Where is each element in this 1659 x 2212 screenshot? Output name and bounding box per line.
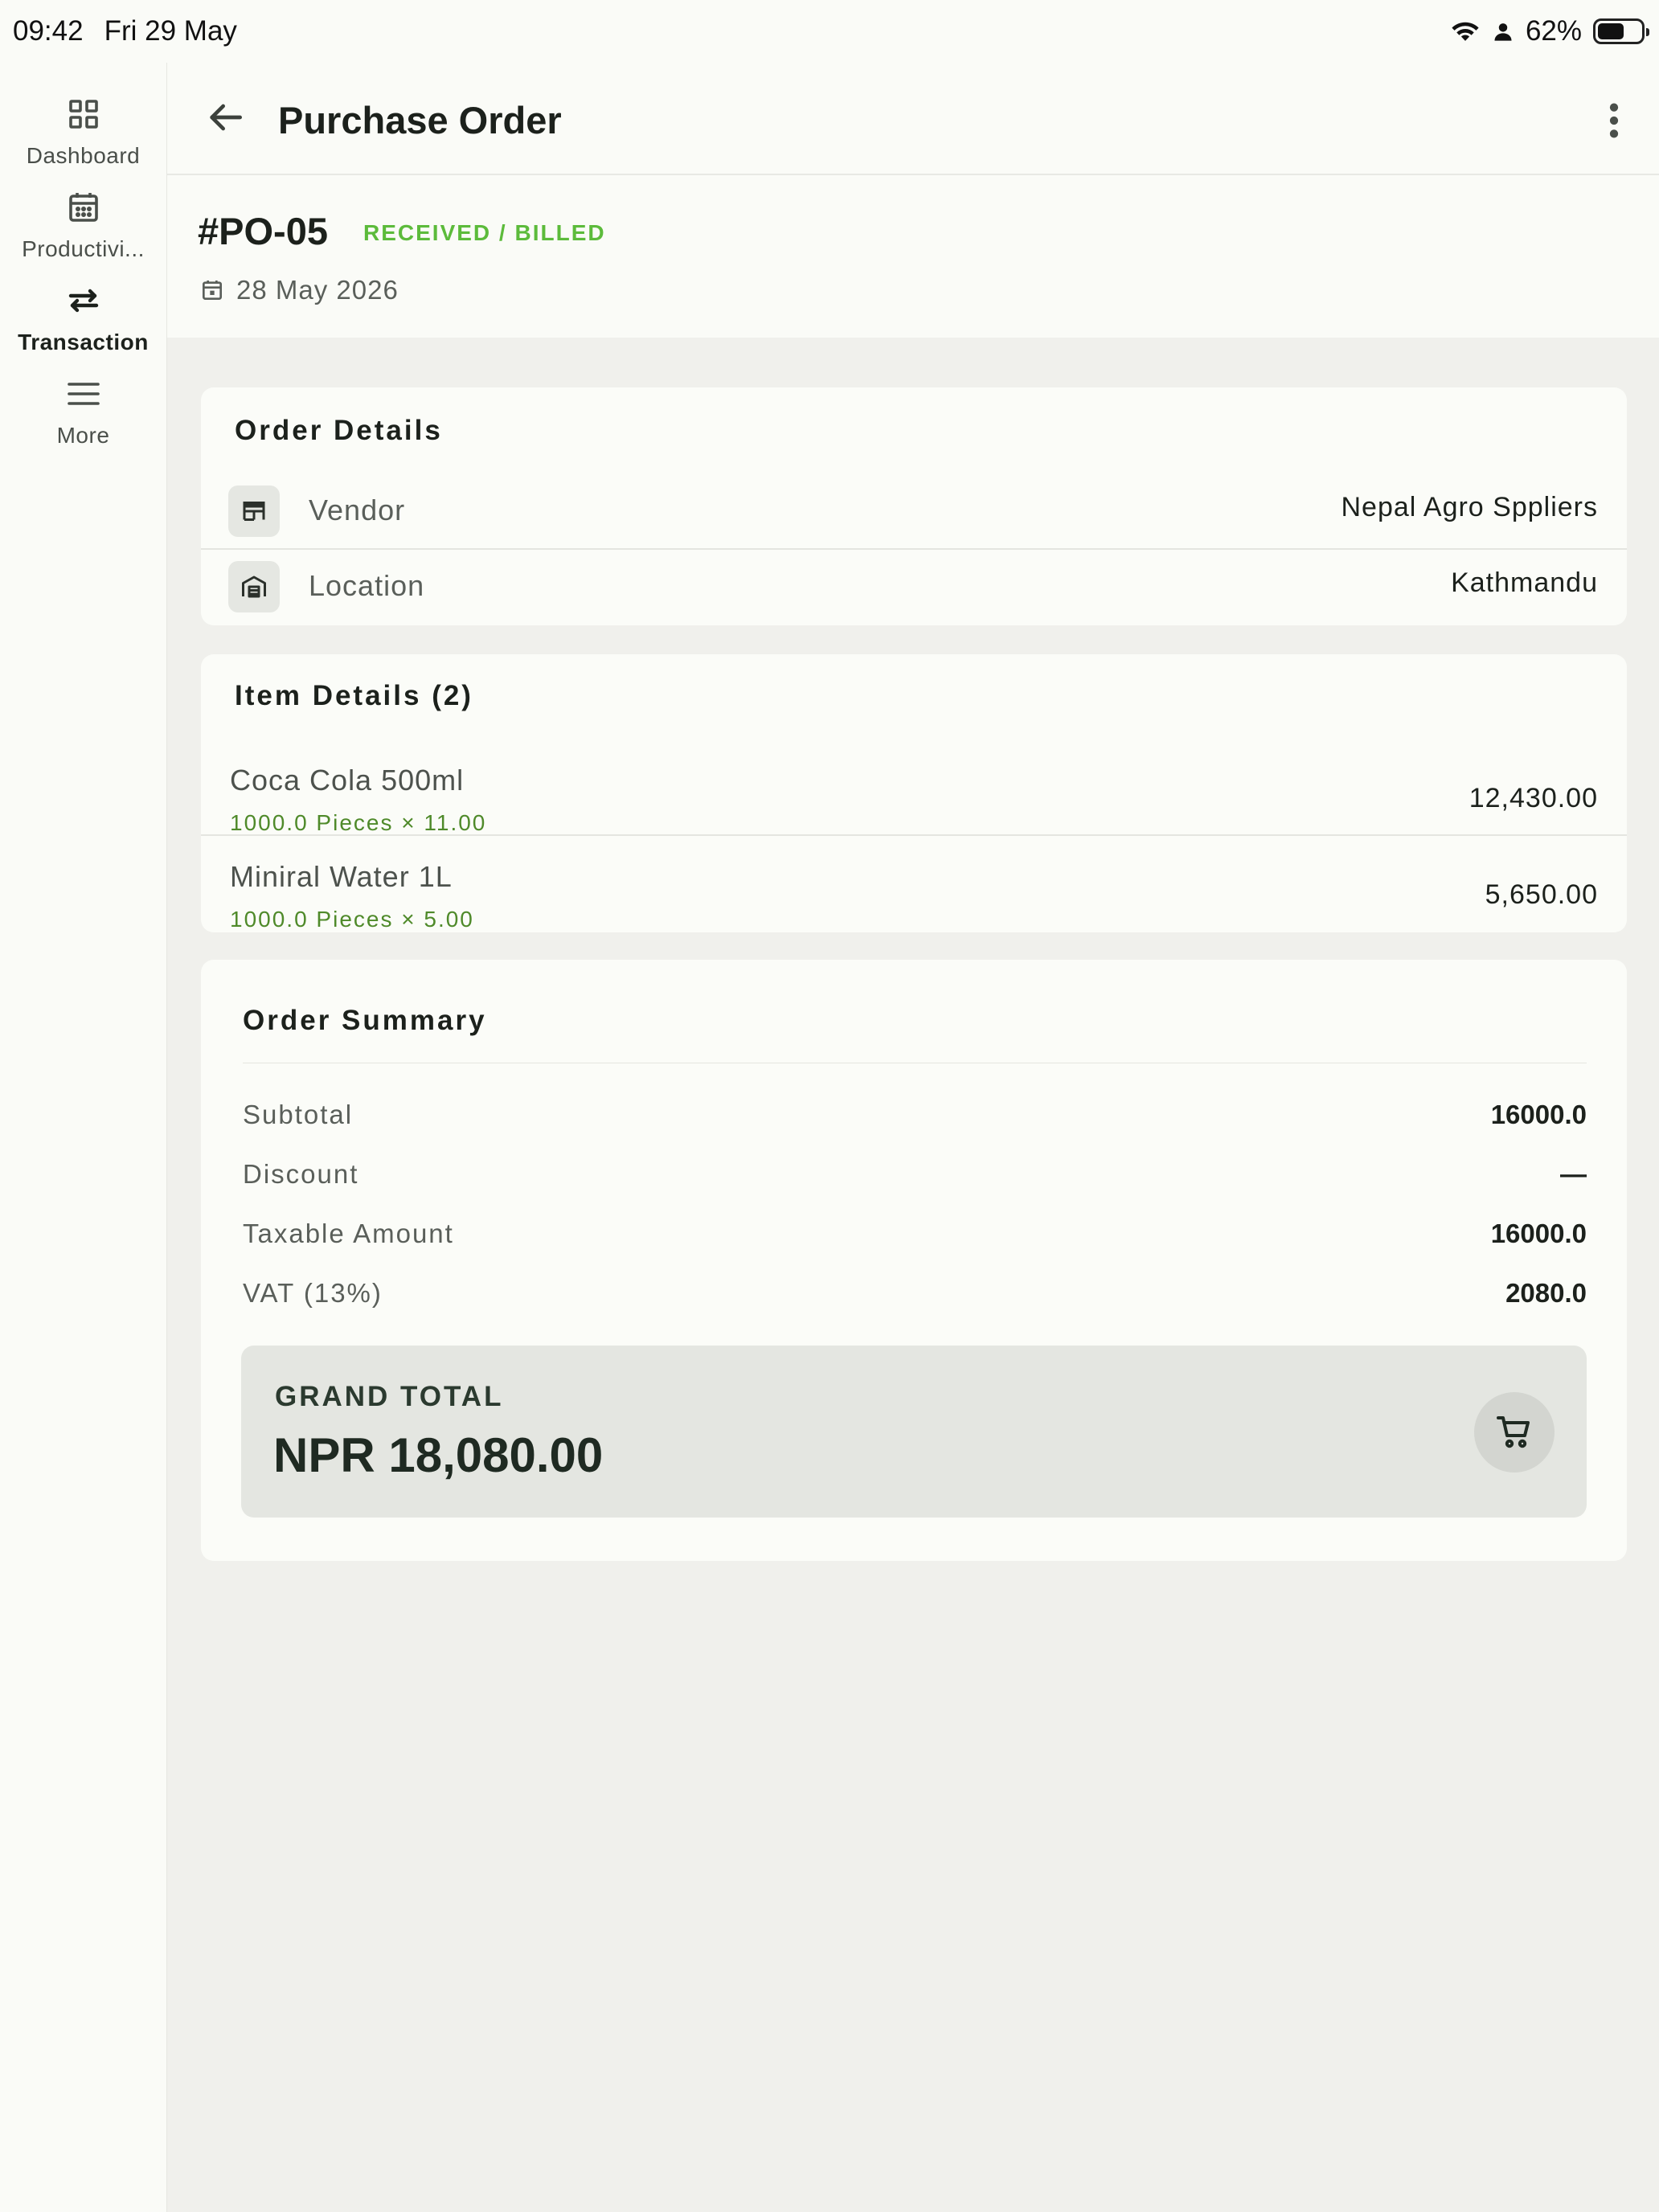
rail-item-dashboard[interactable]: Dashboard — [0, 95, 166, 188]
warehouse-icon — [228, 561, 280, 612]
vat-row: VAT (13%) 2080.0 — [243, 1278, 1587, 1326]
rail-item-label: More — [56, 423, 110, 448]
order-details-title: Order Details — [235, 415, 443, 446]
taxable-amount-row: Taxable Amount 16000.0 — [243, 1219, 1587, 1267]
location-label: Location — [309, 569, 425, 602]
location-row[interactable]: Location Kathmandu — [201, 548, 1627, 624]
calendar-small-icon — [203, 281, 222, 300]
order-summary-card: Order Summary Subtotal 16000.0 Discount … — [201, 960, 1627, 1561]
taxable-amount-value: 16000.0 — [1490, 1219, 1587, 1248]
subtotal-label: Subtotal — [243, 1100, 354, 1129]
subtotal-value: 16000.0 — [1490, 1100, 1587, 1129]
rail-item-productivity[interactable]: Productivi... — [0, 188, 166, 281]
po-date: 28 May 2026 — [236, 275, 399, 305]
person-icon — [1494, 23, 1512, 41]
order-summary-title: Order Summary — [243, 1005, 487, 1036]
item-details-title: Item Details (2) — [235, 680, 473, 711]
location-value: Kathmandu — [1451, 567, 1598, 598]
cart-button[interactable] — [1474, 1392, 1555, 1473]
rail-item-label: Dashboard — [26, 143, 141, 168]
item-amount: 5,650.00 — [1485, 879, 1598, 910]
po-number: #PO-05 — [198, 210, 328, 252]
menu-lines-icon — [67, 383, 100, 405]
swap-arrows-icon — [68, 289, 98, 313]
rail-item-transaction[interactable]: Transaction — [0, 281, 166, 375]
battery-percent: 62% — [1525, 15, 1582, 47]
discount-label: Discount — [243, 1159, 359, 1189]
status-badge: RECEIVED / BILLED — [363, 220, 606, 245]
more-vertical-icon[interactable] — [1598, 98, 1630, 143]
wifi-icon — [1452, 22, 1479, 41]
navigation-rail: Dashboard Productivi... Transaction More — [0, 0, 167, 2212]
grand-total-label: GRAND TOTAL — [275, 1381, 504, 1412]
discount-row: Discount — — [243, 1159, 1587, 1207]
grid-icon — [68, 100, 98, 129]
item-amount: 12,430.00 — [1469, 783, 1598, 813]
page-title: Purchase Order — [278, 99, 562, 141]
item-quantity: 1000.0 Pieces × 11.00 — [230, 810, 487, 835]
discount-value: — — [1560, 1159, 1587, 1189]
vat-label: VAT (13%) — [243, 1278, 383, 1308]
vendor-label: Vendor — [309, 494, 406, 526]
divider — [201, 834, 1627, 836]
cart-icon — [1497, 1416, 1530, 1448]
rail-item-more[interactable]: More — [0, 375, 166, 468]
rail-item-label: Transaction — [18, 330, 149, 354]
battery-fill — [1598, 23, 1624, 39]
item-name: Coca Cola 500ml — [230, 764, 465, 797]
vendor-row[interactable]: Vendor Nepal Agro Sppliers — [201, 473, 1627, 548]
status-time: 09:42 — [13, 15, 84, 47]
grand-total-panel: GRAND TOTAL NPR 18,080.00 — [241, 1346, 1587, 1518]
po-header: #PO-05 RECEIVED / BILLED 28 May 2026 — [167, 175, 1659, 338]
po-date-row: 28 May 2026 — [199, 275, 399, 305]
arrow-left-icon[interactable] — [203, 95, 248, 140]
taxable-amount-label: Taxable Amount — [243, 1219, 454, 1248]
status-bar: 09:42 Fri 29 May 62% — [0, 0, 1659, 63]
battery-icon — [1593, 18, 1649, 44]
subtotal-row: Subtotal 16000.0 — [243, 1100, 1587, 1148]
item-name: Miniral Water 1L — [230, 860, 453, 893]
grand-total-value: NPR 18,080.00 — [273, 1428, 604, 1482]
list-item[interactable]: Miniral Water 1L 1000.0 Pieces × 5.00 5,… — [201, 850, 1627, 945]
order-details-card: Order Details Vendor Nepal Agro Sppliers… — [201, 387, 1627, 625]
status-date: Fri 29 May — [104, 15, 237, 47]
rail-item-label: Productivi... — [22, 236, 145, 261]
item-details-card: Item Details (2) Coca Cola 500ml 1000.0 … — [201, 654, 1627, 932]
vendor-value: Nepal Agro Sppliers — [1341, 492, 1598, 522]
store-icon — [228, 485, 280, 537]
item-quantity: 1000.0 Pieces × 5.00 — [230, 907, 474, 932]
calendar-icon — [68, 193, 98, 222]
app-header: Purchase Order — [167, 63, 1659, 175]
vat-value: 2080.0 — [1505, 1278, 1587, 1308]
